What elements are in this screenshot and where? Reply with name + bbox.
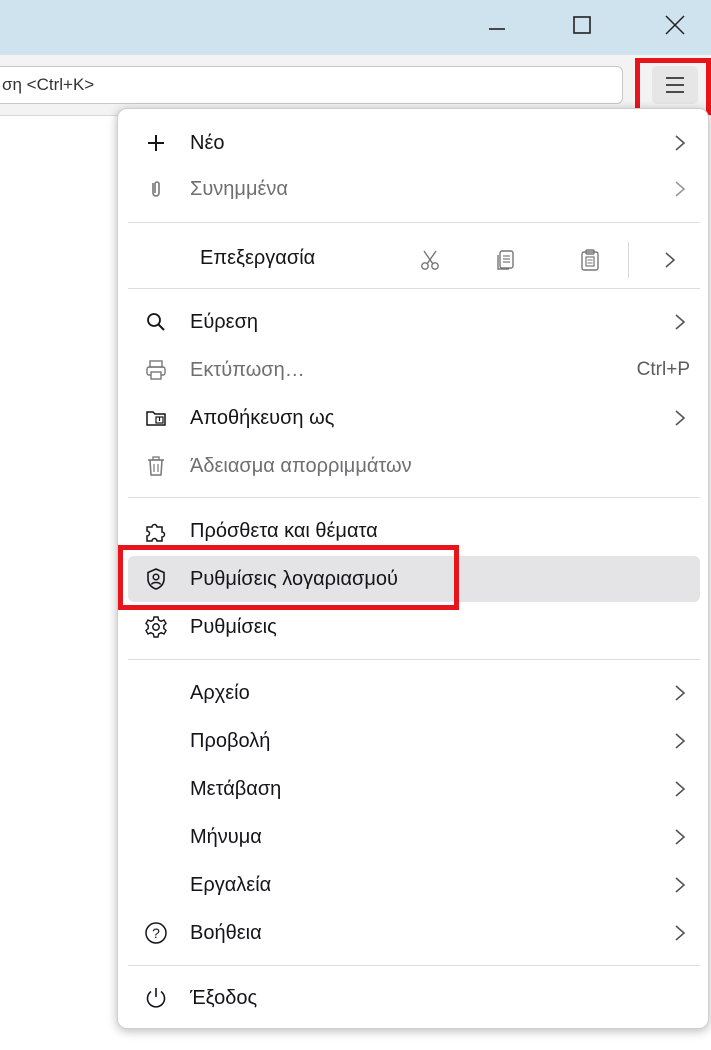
menu-separator [128, 288, 700, 289]
title-bar [0, 0, 711, 55]
power-icon [144, 986, 168, 1010]
chevron-right-icon [675, 135, 686, 151]
maximize-button[interactable] [557, 0, 607, 50]
menu-item-quit[interactable]: Έξοδος [128, 975, 700, 1021]
menu-item-label: Εκτύπωση… [190, 358, 305, 381]
edit-row: Επεξεργασία [128, 234, 700, 286]
minimize-button[interactable] [472, 0, 522, 50]
menu-item-label: Νέο [190, 131, 225, 154]
menu-separator [128, 222, 700, 223]
menu-separator [128, 965, 700, 966]
chevron-right-icon [675, 181, 686, 197]
close-button[interactable] [650, 0, 700, 50]
menu-item-label: Πρόσθετα και θέματα [190, 519, 378, 542]
menu-separator [128, 497, 700, 498]
menu-item-message[interactable]: Μήνυμα [128, 814, 700, 860]
chevron-right-icon [675, 410, 686, 426]
copy-button[interactable] [490, 244, 522, 276]
menu-item-help[interactable]: ? Βοήθεια [128, 910, 700, 956]
menu-item-label: Συνημμένα [190, 177, 288, 200]
menu-separator [128, 659, 700, 660]
menu-item-attachments[interactable]: Συνημμένα [128, 166, 700, 212]
maximize-icon [573, 16, 591, 34]
save-folder-icon [144, 406, 168, 430]
paste-icon [581, 249, 599, 271]
menu-item-label: Βοήθεια [190, 921, 262, 944]
menu-item-save-as[interactable]: Αποθήκευση ως [128, 395, 700, 441]
copy-icon [497, 250, 514, 270]
menu-item-account-settings[interactable]: Ρυθμίσεις λογαριασμού [128, 556, 700, 602]
menu-item-view[interactable]: Προβολή [128, 718, 700, 764]
chevron-right-icon [675, 925, 686, 941]
menu-item-label: Μετάβαση [190, 777, 282, 800]
search-icon [144, 310, 168, 334]
plus-icon [144, 131, 168, 155]
chevron-right-icon [675, 829, 686, 845]
menu-item-new[interactable]: Νέο [128, 120, 700, 166]
paperclip-icon [144, 177, 168, 201]
chevron-right-icon [675, 314, 686, 330]
cut-button[interactable] [414, 244, 446, 276]
menu-item-find[interactable]: Εύρεση [128, 299, 700, 345]
menu-item-label: Άδειασμα απορριμμάτων [190, 454, 412, 477]
app-menu-panel: Νέο Συνημμένα Επεξεργασία Εύρεση Εκτύπωσ… [117, 108, 709, 1029]
edit-label: Επεξεργασία [200, 247, 316, 269]
edit-separator [628, 242, 629, 278]
search-input[interactable]: ση <Ctrl+K> [0, 66, 623, 104]
help-icon: ? [144, 921, 168, 945]
chevron-right-icon [675, 781, 686, 797]
chevron-right-icon [675, 733, 686, 749]
menu-item-print[interactable]: Εκτύπωση… Ctrl+P [128, 347, 700, 393]
toolbar: ση <Ctrl+K> [0, 55, 711, 115]
puzzle-icon [144, 519, 168, 543]
menu-item-label: Εύρεση [190, 310, 259, 333]
svg-text:?: ? [152, 925, 160, 941]
menu-item-label: Εργαλεία [190, 873, 272, 896]
chevron-right-icon[interactable] [660, 250, 680, 270]
minimize-icon [489, 28, 505, 30]
chevron-right-icon [675, 685, 686, 701]
app-menu-button[interactable] [652, 66, 698, 104]
menu-item-label: Αρχείο [190, 681, 250, 704]
trash-icon [144, 454, 168, 478]
account-shield-icon [144, 567, 168, 591]
menu-item-empty-trash[interactable]: Άδειασμα απορριμμάτων [128, 443, 700, 489]
shortcut-label: Ctrl+P [636, 359, 690, 380]
chevron-right-icon [675, 877, 686, 893]
menu-item-label: Ρυθμίσεις [190, 615, 277, 638]
menu-item-addons-themes[interactable]: Πρόσθετα και θέματα [128, 508, 700, 554]
menu-item-label: Μήνυμα [190, 825, 262, 848]
menu-item-label: Αποθήκευση ως [190, 406, 335, 429]
printer-icon [144, 358, 168, 382]
menu-item-file[interactable]: Αρχείο [128, 670, 700, 716]
menu-item-label: Ρυθμίσεις λογαριασμού [190, 567, 398, 590]
paste-button[interactable] [574, 244, 606, 276]
menu-item-label: Έξοδος [190, 986, 258, 1009]
scissors-icon [421, 250, 439, 270]
menu-item-label: Προβολή [190, 729, 271, 752]
menu-item-go[interactable]: Μετάβαση [128, 766, 700, 812]
close-icon [665, 15, 685, 35]
gear-icon [144, 615, 168, 639]
menu-item-tools[interactable]: Εργαλεία [128, 862, 700, 908]
hamburger-icon [666, 77, 684, 93]
menu-item-settings[interactable]: Ρυθμίσεις [128, 604, 700, 650]
